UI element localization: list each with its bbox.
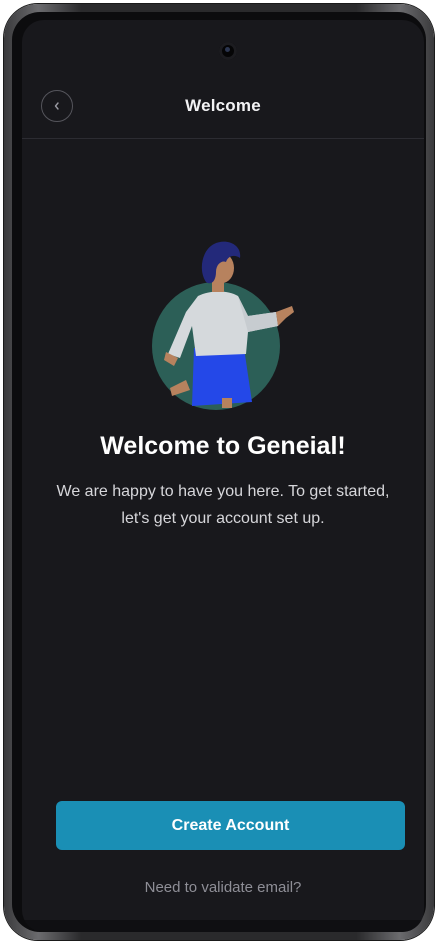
phone-frame: Welcome Welcome to Geneial! We are happy… <box>4 4 434 940</box>
bottom-bar <box>22 920 424 932</box>
page-title: Welcome <box>185 96 261 115</box>
welcome-subtitle: We are happy to have you here. To get st… <box>56 483 390 527</box>
create-account-button[interactable]: Create Account <box>56 801 405 850</box>
validate-email-link[interactable]: Need to validate email? <box>22 879 424 896</box>
app-screen: Welcome Welcome to Geneial! We are happy… <box>22 20 424 932</box>
welcome-heading: Welcome to Geneial! <box>100 432 346 460</box>
welcome-person-illustration <box>152 241 294 410</box>
front-camera <box>219 42 237 60</box>
app-header: Welcome <box>22 82 424 139</box>
